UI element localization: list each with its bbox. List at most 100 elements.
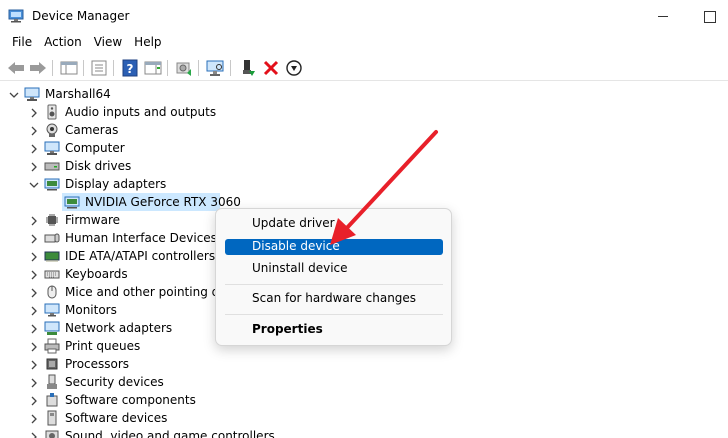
chevron-right-icon[interactable] [29,287,39,298]
enable-device-icon[interactable] [238,58,258,78]
context-item-update-driver[interactable]: Update driver [225,216,443,232]
update-driver-icon[interactable] [174,58,194,78]
network-adapter-icon [44,320,60,336]
tree-item-label: Network adapters [65,321,173,335]
menu-view[interactable]: View [88,32,128,54]
tree-item-label: Disk drives [65,159,132,173]
tree-item-label: Security devices [65,375,164,389]
mouse-icon [44,284,60,300]
maximize-button[interactable] [686,0,728,32]
toolbar-separator [52,60,53,76]
tree-category-row[interactable]: Cameras [0,121,728,139]
tree-category-row[interactable]: Software devices [0,409,728,427]
toolbar-separator [230,60,231,76]
tree-category-row[interactable]: Computer [0,139,728,157]
chevron-right-icon[interactable] [29,125,39,136]
context-menu: Update driver Disable device Uninstall d… [215,208,452,346]
tree-item-label: Processors [65,357,130,371]
toolbar-separator [83,60,84,76]
back-arrow-icon[interactable] [6,58,26,78]
chevron-right-icon[interactable] [29,431,39,438]
context-item-label: Update driver [252,216,335,230]
uninstall-device-icon[interactable] [261,58,281,78]
printer-icon [44,338,60,354]
device-manager-window: Device Manager File Action View Help ? M… [0,0,728,438]
context-separator [225,284,443,285]
title-bar: Device Manager [0,0,728,32]
display-adapter-icon [44,176,60,192]
chevron-right-icon[interactable] [29,107,39,118]
toolbar-separator [167,60,168,76]
context-item-label: Properties [252,322,323,336]
monitor-icon [44,302,60,318]
context-item-properties[interactable]: Properties [225,322,443,338]
tree-item-label: Cameras [65,123,119,137]
tree-item-label: Monitors [65,303,117,317]
tree-item-label: Audio inputs and outputs [65,105,217,119]
toolbar-separator [113,60,114,76]
tree-item-label: Human Interface Devices [65,231,217,245]
chevron-down-icon[interactable] [9,89,19,99]
context-item-disable-device[interactable]: Disable device [225,239,443,255]
disable-device-icon[interactable] [284,58,304,78]
chevron-right-icon[interactable] [29,215,39,226]
chevron-right-icon[interactable] [29,395,39,406]
chevron-right-icon[interactable] [29,413,39,424]
tree-item-label: Software components [65,393,196,407]
scan-hardware-icon[interactable] [205,58,225,78]
context-item-label: Scan for hardware changes [252,291,417,305]
svg-text:?: ? [127,62,134,76]
display-adapter-icon [64,194,80,210]
context-item-label: Disable device [252,239,340,253]
chevron-right-icon[interactable] [29,341,39,352]
keyboard-icon [44,266,60,282]
tree-category-row[interactable]: Display adapters [0,175,728,193]
chevron-right-icon[interactable] [29,323,39,334]
disk-drive-icon [44,158,60,174]
chevron-right-icon[interactable] [29,251,39,262]
chevron-right-icon[interactable] [29,377,39,388]
tree-category-row[interactable]: Processors [0,355,728,373]
menu-help[interactable]: Help [128,32,167,54]
processor-icon [44,356,60,372]
device-manager-icon [8,9,24,23]
action-pane-icon[interactable] [143,58,163,78]
context-item-label: Uninstall device [252,261,348,275]
minimize-button[interactable] [640,0,686,32]
tree-item-label: Marshall64 [45,87,111,101]
tree-item-label: Software devices [65,411,168,425]
menu-file[interactable]: File [6,32,38,54]
context-item-uninstall-device[interactable]: Uninstall device [225,261,443,277]
window-title: Device Manager [32,9,130,23]
properties-icon[interactable] [89,58,109,78]
chevron-right-icon[interactable] [29,269,39,280]
hid-icon [44,230,60,246]
tree-root-row[interactable]: Marshall64 [0,85,728,103]
help-icon[interactable]: ? [120,58,140,78]
chevron-right-icon[interactable] [29,161,39,172]
chevron-right-icon[interactable] [29,143,39,154]
show-hide-console-tree-icon[interactable] [59,58,79,78]
tree-category-row[interactable]: Security devices [0,373,728,391]
chevron-right-icon[interactable] [29,233,39,244]
tree-item-label: IDE ATA/ATAPI controllers [65,249,216,263]
software-component-icon [44,392,60,408]
tree-category-row[interactable]: Disk drives [0,157,728,175]
tree-item-label: Sound, video and game controllers [65,429,275,438]
tree-item-label: NVIDIA GeForce RTX 3060 [85,195,241,209]
tree-category-row[interactable]: Sound, video and game controllers [0,427,728,438]
chevron-down-icon[interactable] [29,179,39,189]
tree-category-row[interactable]: Software components [0,391,728,409]
chip-icon [44,212,60,228]
tree-item-label: Display adapters [65,177,167,191]
context-separator [225,314,443,315]
sound-icon [44,428,60,438]
menu-action[interactable]: Action [38,32,88,54]
chevron-right-icon[interactable] [29,359,39,370]
tree-category-row[interactable]: Audio inputs and outputs [0,103,728,121]
forward-arrow-icon[interactable] [28,58,48,78]
context-item-scan-hardware[interactable]: Scan for hardware changes [225,291,443,307]
tree-item-label: Computer [65,141,125,155]
tree-item-label: Print queues [65,339,141,353]
chevron-right-icon[interactable] [29,305,39,316]
